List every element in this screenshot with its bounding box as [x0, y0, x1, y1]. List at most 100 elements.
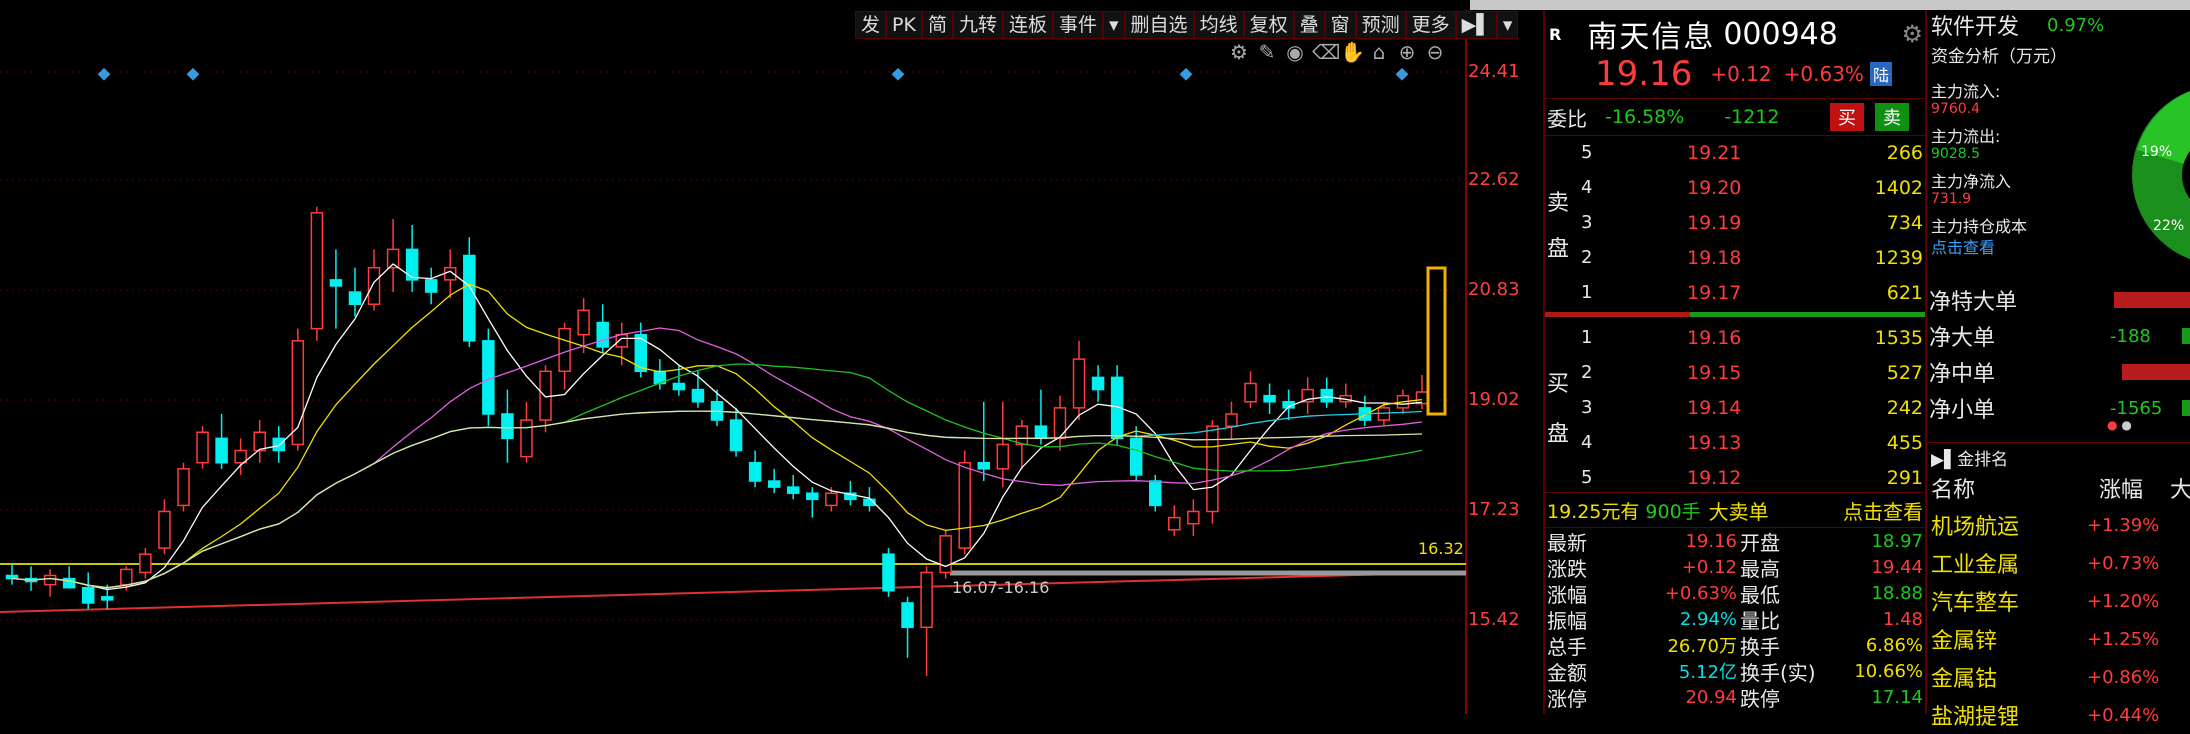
ranking-row[interactable]: 机场航运 +1.39% — [1927, 506, 2190, 544]
quote-row: 总手 26.70万 换手 6.86% — [1545, 632, 1927, 659]
ranking-col-name[interactable]: 名称 — [1931, 472, 1975, 504]
ranking-col-extra[interactable]: 大 — [2170, 472, 2190, 504]
toolbar-item-14[interactable]: ▶▌ — [1455, 11, 1497, 39]
buy-level-number: 1 — [1581, 327, 1593, 348]
toolbar-item-6[interactable]: ▾ — [1103, 11, 1125, 39]
candle-body — [539, 370, 552, 421]
lock-icon[interactable]: ⌂ — [1368, 40, 1390, 64]
quote-value-left: +0.63% — [1664, 582, 1737, 604]
eraser-icon[interactable]: ⌫ — [1312, 40, 1340, 64]
quote-value-right: 19.44 — [1871, 556, 1923, 578]
quote-value-right: 6.86% — [1865, 634, 1923, 656]
hand-icon[interactable]: ✋ — [1340, 40, 1365, 64]
big-order-view-link[interactable]: 点击查看 — [1843, 496, 1923, 525]
toolbar-item-8[interactable]: 均线 — [1193, 11, 1244, 39]
candle-body — [748, 461, 762, 482]
candle-body — [1129, 437, 1143, 476]
quote-label-right: 开盘 — [1740, 530, 1780, 555]
candle-body — [615, 333, 628, 348]
price-axis-label: 24.41 — [1468, 61, 1520, 82]
quote-value-left: 5.12亿 — [1678, 662, 1737, 683]
candle-body — [43, 574, 57, 586]
ranking-row[interactable]: 工业金属 +0.73% — [1927, 544, 2190, 582]
sector-name[interactable]: 软件开发 — [1931, 9, 2019, 41]
sell-level-row[interactable]: 1 19.17 621 — [1545, 275, 1927, 310]
zoom-out-icon[interactable]: ⊖ — [1424, 40, 1446, 64]
sell-level-number: 3 — [1581, 212, 1593, 233]
toolbar-item-5[interactable]: 事件 — [1052, 11, 1103, 39]
quote-value-right: 17.14 — [1871, 686, 1923, 708]
ranking-row[interactable]: 汽车整车 +1.20% — [1927, 582, 2190, 620]
chart-toolbar: 发 PK 简九转 连板 事件 ▾ 删自选 均线 复权叠窗预测 更多 ▶▌ ▾ — [855, 10, 1519, 40]
buy-level-number: 3 — [1581, 397, 1593, 418]
ranking-pct: +1.39% — [2087, 514, 2160, 536]
ranking-row[interactable]: 金属锌 +1.25% — [1927, 620, 2190, 658]
ranking-row[interactable]: 金属钴 +0.86% — [1927, 658, 2190, 696]
outflow-label: 主力流出: — [1931, 127, 2001, 146]
toolbar-item-9[interactable]: 复权 — [1243, 11, 1294, 39]
toolbar-item-0[interactable]: 发 — [855, 11, 887, 39]
toolbar-item-2[interactable]: 简 — [921, 11, 953, 39]
quote-label-left: 涨停 — [1547, 686, 1587, 711]
toolbar-item-12[interactable]: 预测 — [1355, 11, 1406, 39]
settings-icon[interactable]: ⚙ — [1228, 40, 1250, 64]
ranking-title[interactable]: ▶▌金排名 — [1931, 445, 2008, 470]
zoom-in-icon[interactable]: ⊕ — [1396, 40, 1418, 64]
market-tag: 陆 — [1869, 62, 1892, 86]
quote-value-left: 2.94% — [1679, 608, 1737, 630]
toolbar-item-4[interactable]: 连板 — [1002, 11, 1053, 39]
sell-level-row[interactable]: 2 19.18 1239 — [1545, 240, 1927, 275]
buy-level-row[interactable]: 4 19.13 455 — [1545, 425, 1927, 460]
buy-level-row[interactable]: 5 19.12 291 — [1545, 460, 1927, 495]
sell-button[interactable]: 卖 — [1875, 103, 1909, 131]
settings-icon[interactable]: ⚙ — [1901, 20, 1923, 48]
toolbar-item-15[interactable]: ▾ — [1496, 11, 1519, 39]
candle-body — [272, 437, 286, 452]
kline-chart[interactable]: 16.32 16.07-16.16 — [0, 0, 1470, 714]
candle-body — [158, 510, 171, 549]
candle-body — [806, 492, 819, 501]
holding-cost-link[interactable]: 点击查看 — [1931, 234, 1995, 258]
buy-button[interactable]: 买 — [1830, 103, 1864, 131]
sell-level-row[interactable]: 3 19.19 734 — [1545, 205, 1927, 240]
toolbar-item-10[interactable]: 叠 — [1293, 11, 1325, 39]
kline-chart-pane[interactable]: 16.32 16.07-16.16 发 PK 简九转 连板 事件 ▾ 删自选 均线 复权叠窗预测更… — [0, 0, 1520, 714]
toolbar-item-13[interactable]: 更多 — [1405, 11, 1456, 39]
toolbar-item-1[interactable]: PK — [886, 11, 922, 39]
buy-level-volume: 242 — [1886, 396, 1923, 419]
candle-body — [996, 443, 1010, 470]
net-order-bar — [2182, 328, 2190, 344]
ranking-name: 机场航运 — [1931, 515, 2020, 540]
toolbar-item-7[interactable]: 删自选 — [1124, 11, 1194, 39]
quote-value-left: 26.70万 — [1667, 636, 1737, 657]
quote-row: 振幅 2.94% 量比 1.48 — [1545, 606, 1927, 633]
toolbar-item-11[interactable]: 窗 — [1324, 11, 1356, 39]
buy-level-number: 2 — [1581, 362, 1593, 383]
buy-level-row[interactable]: 2 19.15 527 — [1545, 355, 1927, 390]
inflow-value: 9760.4 — [1931, 101, 1980, 117]
ranking-pct: +1.25% — [2087, 628, 2160, 650]
ranking-col-pct[interactable]: 涨幅 — [2099, 472, 2143, 504]
toolbar-item-3[interactable]: 九转 — [952, 11, 1003, 39]
event-marker — [891, 67, 905, 81]
sell-level-row[interactable]: 4 19.20 1402 — [1545, 170, 1927, 205]
buy-level-row[interactable]: 3 19.14 242 — [1545, 390, 1927, 425]
sell-level-number: 2 — [1581, 247, 1593, 268]
ranking-row[interactable]: 盐湖提锂 +0.44% — [1927, 696, 2190, 734]
buy-level-volume: 527 — [1886, 361, 1923, 384]
buy-level-volume: 455 — [1886, 431, 1923, 454]
sell-order-book: 卖 盘 5 19.21 266 4 19.20 1402 3 19.19 734 2 19.18 12… — [1545, 135, 1927, 310]
candle-body — [558, 327, 571, 373]
eye-icon[interactable]: ◉ — [1284, 40, 1306, 64]
sell-level-number: 4 — [1581, 177, 1593, 198]
buy-level-row[interactable]: 1 19.16 1535 — [1545, 320, 1927, 355]
net-order-value: -1565 — [2110, 397, 2163, 419]
net-inflow-label: 主力净流入 — [1931, 172, 2012, 191]
pen-icon[interactable]: ✎ — [1256, 40, 1278, 64]
net-order-row: 净大单 -188 — [1927, 318, 2190, 354]
quote-row: 涨幅 +0.63% 最低 18.88 — [1545, 580, 1927, 607]
sell-level-row[interactable]: 5 19.21 266 — [1545, 135, 1927, 170]
trend-line — [0, 571, 1467, 613]
candle-body — [463, 254, 476, 342]
price-row: 19.16 +0.12 +0.63% 陆 — [1595, 54, 1892, 94]
